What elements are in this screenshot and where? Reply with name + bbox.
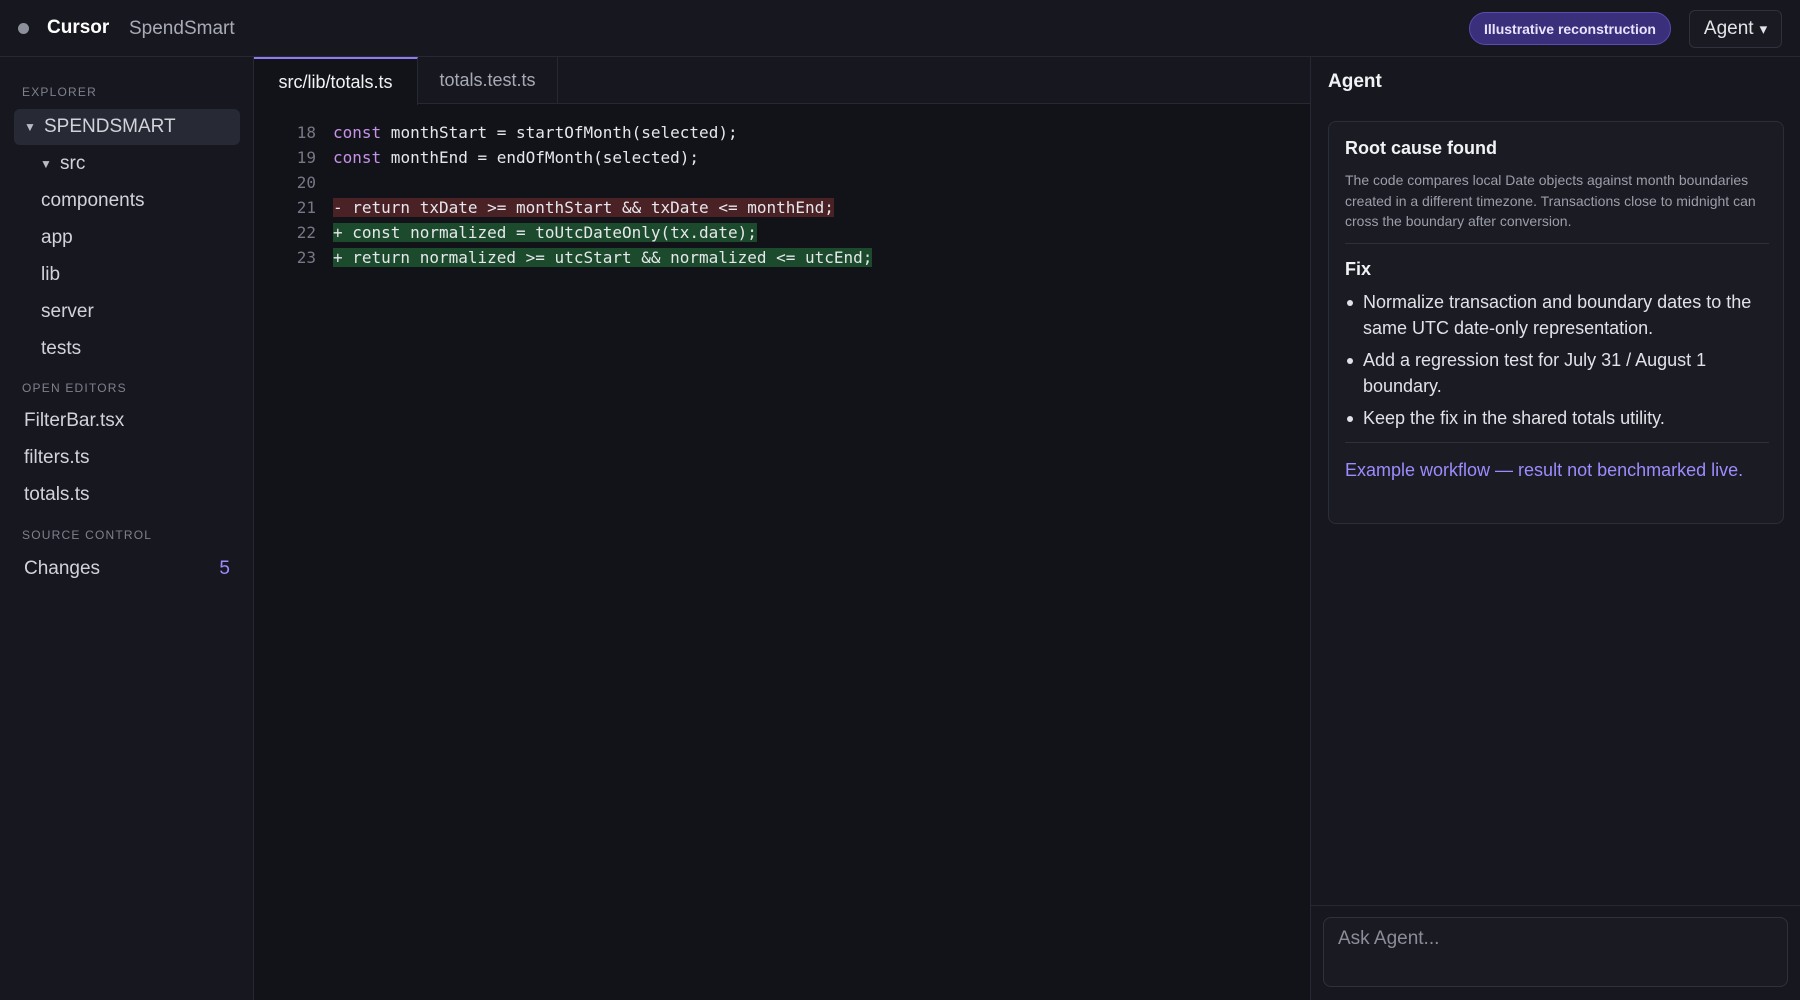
fix-list: Normalize transaction and boundary dates…	[1345, 289, 1769, 437]
tree-item-label: server	[41, 301, 94, 322]
code-text: const monthEnd = endOfMonth(selected);	[333, 148, 699, 167]
line-number: 22	[296, 223, 316, 242]
root-cause-text: The code compares local Date objects aga…	[1345, 172, 1756, 229]
tree-item-label: lib	[41, 264, 61, 285]
agent-mode-label: Agent	[1703, 18, 1754, 39]
tree-item-lib[interactable]: lib	[14, 257, 240, 293]
code-keyword: const	[333, 148, 382, 167]
code-view[interactable]: 18 const monthStart = startOfMonth(select…	[254, 120, 1310, 270]
root-cause-title: Root cause found	[1345, 138, 1497, 158]
agent-response-card: Root cause found The code compares local…	[1328, 121, 1784, 524]
tree-item-tests[interactable]: tests	[14, 331, 240, 367]
project-name: SpendSmart	[129, 18, 235, 39]
sidebar: EXPLORER ▼ SPENDSMART ▼ src components a…	[0, 57, 254, 1000]
explorer-label: EXPLORER	[22, 85, 97, 99]
code-line: 21 - return txDate >= monthStart && txDat…	[254, 195, 1310, 220]
agent-mode-button[interactable]: Agent ▾	[1689, 10, 1782, 48]
code-content: monthEnd = endOfMonth(selected);	[381, 148, 700, 167]
fix-item: Keep the fix in the shared totals utilit…	[1345, 405, 1769, 431]
ask-agent-input[interactable]	[1323, 917, 1788, 987]
app-window: Cursor SpendSmart Illustrative reconstru…	[0, 0, 1800, 1000]
code-content: + return normalized >= utcStart && norma…	[333, 248, 873, 267]
tree-item-label: tests	[41, 338, 82, 359]
tree-item-label: app	[41, 227, 73, 248]
tree-item-label: src	[60, 153, 86, 174]
tree-item-label: components	[41, 190, 145, 211]
open-editor-label: totals.ts	[24, 484, 90, 505]
divider	[1345, 442, 1769, 443]
root-folder-label: SPENDSMART	[44, 116, 176, 137]
code-line: 22 + const normalized = toUtcDateOnly(tx.…	[254, 220, 1310, 245]
tree-item-components[interactable]: components	[14, 183, 240, 219]
code-line: 20	[254, 170, 1310, 195]
changes-count-badge: 5	[219, 558, 230, 579]
editor-tab-bar: src/lib/totals.ts totals.test.ts	[254, 57, 1310, 105]
open-editors-label: OPEN EDITORS	[22, 381, 127, 395]
tree-item-src[interactable]: ▼ src	[14, 146, 240, 182]
diff-added-line: + const normalized = toUtcDateOnly(tx.da…	[333, 223, 757, 242]
code-keyword: const	[333, 123, 382, 142]
code-content: - return txDate >= monthStart && txDate …	[333, 198, 834, 217]
workflow-note: Example workflow — result not benchmarke…	[1345, 460, 1744, 480]
code-line: 19 const monthEnd = endOfMonth(selected);	[254, 145, 1310, 170]
source-control-label: SOURCE CONTROL	[22, 528, 153, 542]
line-number: 20	[296, 173, 316, 192]
tree-item-app[interactable]: app	[14, 220, 240, 256]
code-content: + const normalized = toUtcDateOnly(tx.da…	[333, 223, 757, 242]
title-bar: Cursor SpendSmart Illustrative reconstru…	[0, 0, 1800, 57]
tree-item-server[interactable]: server	[14, 294, 240, 330]
ask-agent-area	[1311, 905, 1800, 1000]
tab-totals-ts[interactable]: src/lib/totals.ts	[254, 57, 418, 105]
code-line: 18 const monthStart = startOfMonth(select…	[254, 120, 1310, 145]
code-text: const monthStart = startOfMonth(selected…	[333, 123, 738, 142]
agent-panel-title: Agent	[1328, 71, 1382, 92]
root-folder[interactable]: ▼ SPENDSMART	[14, 109, 240, 145]
code-content: monthStart = startOfMonth(selected);	[381, 123, 738, 142]
source-control-changes[interactable]: Changes 5	[14, 551, 240, 587]
open-editor-label: FilterBar.tsx	[24, 410, 125, 431]
divider	[1345, 243, 1769, 244]
open-editor-filterbar[interactable]: FilterBar.tsx	[14, 403, 240, 439]
line-number: 21	[296, 198, 316, 217]
tab-label: src/lib/totals.ts	[278, 71, 393, 92]
editor-area: src/lib/totals.ts totals.test.ts 18 const…	[254, 57, 1310, 1000]
fix-item: Add a regression test for July 31 / Augu…	[1345, 347, 1769, 399]
tab-label: totals.test.ts	[439, 70, 536, 90]
app-name: Cursor	[47, 17, 110, 38]
line-number: 23	[296, 248, 316, 267]
open-editor-label: filters.ts	[24, 447, 90, 468]
line-number: 18	[296, 123, 316, 142]
diff-removed-line: - return txDate >= monthStart && txDate …	[333, 198, 834, 217]
diff-added-line: + return normalized >= utcStart && norma…	[333, 248, 873, 267]
chevron-down-icon: ▼	[40, 157, 52, 171]
changes-label: Changes	[24, 558, 101, 579]
code-line: 23 + return normalized >= utcStart && nor…	[254, 245, 1310, 270]
tab-totals-test-ts[interactable]: totals.test.ts	[418, 57, 558, 104]
open-editor-totals[interactable]: totals.ts	[14, 477, 240, 513]
chevron-down-icon: ▾	[1759, 21, 1768, 38]
fix-item: Normalize transaction and boundary dates…	[1345, 289, 1769, 341]
agent-panel: Agent Root cause found The code compares…	[1310, 57, 1800, 1000]
illustrative-badge: Illustrative reconstruction	[1469, 12, 1671, 45]
chevron-down-icon: ▼	[24, 120, 36, 134]
line-number: 19	[296, 148, 316, 167]
fix-title: Fix	[1345, 259, 1372, 279]
status-dot-icon	[18, 23, 29, 34]
open-editor-filters[interactable]: filters.ts	[14, 440, 240, 476]
